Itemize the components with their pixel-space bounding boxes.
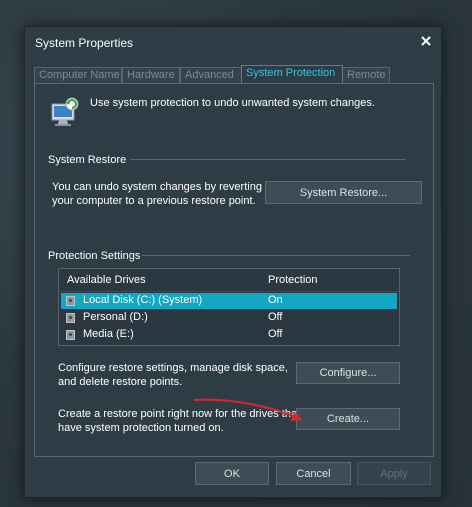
drive-name: Personal (D:) [83,311,148,323]
title-bar: System Properties [25,27,441,57]
system-restore-heading: System Restore [48,154,127,166]
tab-computer-name[interactable]: Computer Name [34,67,122,83]
protection-settings-divider [142,255,410,256]
system-restore-desc-2: your computer to a previous restore poin… [52,195,256,207]
drive-icon [66,330,75,340]
drive-row-e[interactable]: Media (E:) Off [61,327,397,343]
tab-hardware[interactable]: Hardware [122,67,180,83]
system-restore-button[interactable]: System Restore... [265,181,422,204]
protection-settings-heading: Protection Settings [48,250,141,262]
tab-system-protection[interactable]: System Protection [241,65,343,83]
drive-name: Local Disk (C:) (System) [83,294,203,306]
tab-remote[interactable]: Remote [342,67,390,83]
drive-icon [66,296,75,306]
drive-icon [66,313,75,323]
configure-text-1: Configure restore settings, manage disk … [58,362,288,374]
close-icon[interactable] [417,32,435,50]
drive-protection: On [268,294,283,306]
configure-button[interactable]: Configure... [296,362,400,384]
drive-name: Media (E:) [83,328,134,340]
system-protection-icon [48,96,82,133]
drives-list[interactable]: Available Drives Protection Local Disk (… [58,268,400,346]
drive-protection: Off [268,328,283,340]
tab-advanced[interactable]: Advanced [180,67,242,83]
create-button[interactable]: Create... [296,408,400,430]
drives-list-header: Available Drives Protection [59,269,399,292]
window-title: System Properties [35,36,134,50]
apply-button[interactable]: Apply [357,462,431,485]
intro-text: Use system protection to undo unwanted s… [90,97,375,109]
cancel-button[interactable]: Cancel [276,462,351,485]
drive-row-c[interactable]: Local Disk (C:) (System) On [61,293,397,309]
system-restore-divider [130,159,406,160]
ok-button[interactable]: OK [195,462,269,485]
column-protection[interactable]: Protection [268,274,318,286]
column-available-drives[interactable]: Available Drives [67,274,146,286]
annotation-arrow [193,398,302,421]
system-restore-desc-1: You can undo system changes by reverting [52,181,262,193]
drive-row-d[interactable]: Personal (D:) Off [61,310,397,326]
configure-text-2: and delete restore points. [58,376,183,388]
drive-protection: Off [268,311,283,323]
